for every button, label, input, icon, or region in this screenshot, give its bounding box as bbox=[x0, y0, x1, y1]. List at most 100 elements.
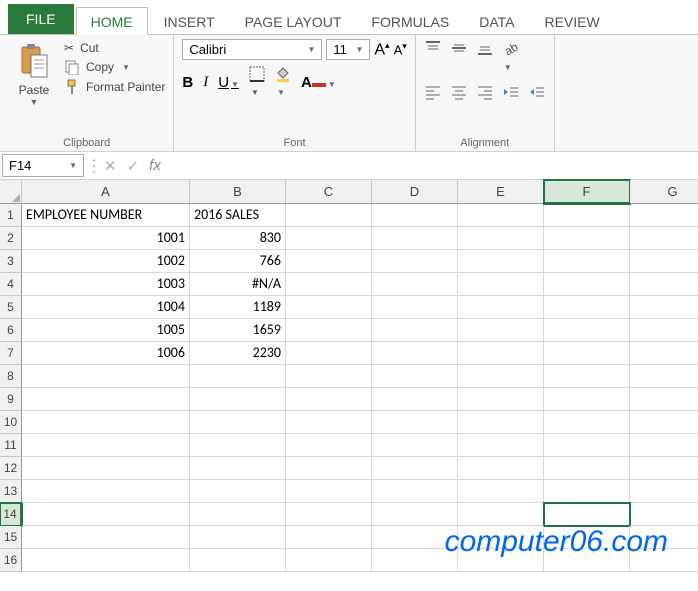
cell[interactable] bbox=[286, 411, 372, 434]
cell[interactable] bbox=[286, 227, 372, 250]
cell[interactable] bbox=[372, 273, 458, 296]
cell[interactable]: 2230 bbox=[190, 342, 286, 365]
cell[interactable] bbox=[190, 526, 286, 549]
cell[interactable] bbox=[458, 365, 544, 388]
cell[interactable] bbox=[544, 480, 630, 503]
cell[interactable] bbox=[544, 250, 630, 273]
tab-insert[interactable]: INSERT bbox=[150, 8, 229, 34]
cell[interactable] bbox=[190, 411, 286, 434]
cell[interactable] bbox=[630, 250, 698, 273]
cell[interactable] bbox=[458, 273, 544, 296]
decrease-font-button[interactable]: A▾ bbox=[394, 41, 407, 57]
cell[interactable] bbox=[630, 457, 698, 480]
cell[interactable] bbox=[630, 480, 698, 503]
align-middle-button[interactable] bbox=[450, 39, 468, 75]
cell[interactable] bbox=[458, 296, 544, 319]
align-bottom-button[interactable] bbox=[476, 39, 494, 75]
row-header[interactable]: 3 bbox=[0, 250, 22, 273]
row-header[interactable]: 2 bbox=[0, 227, 22, 250]
enter-icon[interactable]: ✓ bbox=[127, 157, 140, 175]
col-header-F[interactable]: F bbox=[544, 180, 630, 204]
cell[interactable] bbox=[22, 549, 190, 572]
cell[interactable] bbox=[372, 227, 458, 250]
col-header-G[interactable]: G bbox=[630, 180, 698, 204]
cell[interactable] bbox=[286, 273, 372, 296]
cell[interactable] bbox=[458, 319, 544, 342]
cell[interactable]: 1002 bbox=[22, 250, 190, 273]
orientation-button[interactable]: ab▼ bbox=[502, 39, 520, 75]
cell[interactable] bbox=[372, 457, 458, 480]
row-header[interactable]: 1 bbox=[0, 204, 22, 227]
cell[interactable] bbox=[22, 503, 190, 526]
row-header[interactable]: 8 bbox=[0, 365, 22, 388]
active-cell[interactable] bbox=[544, 503, 630, 526]
cell[interactable] bbox=[544, 411, 630, 434]
cell[interactable]: 1189 bbox=[190, 296, 286, 319]
cell[interactable]: 1005 bbox=[22, 319, 190, 342]
cell[interactable] bbox=[190, 503, 286, 526]
row-header[interactable]: 6 bbox=[0, 319, 22, 342]
increase-font-button[interactable]: A▴ bbox=[374, 40, 389, 59]
cell[interactable] bbox=[286, 549, 372, 572]
cell[interactable] bbox=[544, 319, 630, 342]
cell[interactable] bbox=[22, 526, 190, 549]
cell[interactable] bbox=[372, 342, 458, 365]
cell[interactable] bbox=[22, 365, 190, 388]
tab-formulas[interactable]: FORMULAS bbox=[357, 8, 463, 34]
cell[interactable] bbox=[372, 434, 458, 457]
cell[interactable] bbox=[544, 204, 630, 227]
cell[interactable] bbox=[544, 434, 630, 457]
row-header[interactable]: 7 bbox=[0, 342, 22, 365]
tab-home[interactable]: HOME bbox=[76, 7, 148, 35]
fill-color-button[interactable]: ▼ bbox=[275, 66, 291, 99]
cell[interactable] bbox=[286, 365, 372, 388]
cell[interactable] bbox=[544, 388, 630, 411]
cell[interactable] bbox=[630, 319, 698, 342]
font-name-combo[interactable]: Calibri▼ bbox=[182, 39, 322, 60]
cell[interactable] bbox=[630, 204, 698, 227]
cell[interactable] bbox=[286, 457, 372, 480]
cell[interactable] bbox=[458, 434, 544, 457]
row-header[interactable]: 10 bbox=[0, 411, 22, 434]
worksheet-grid[interactable]: 1 2 3 4 5 6 7 8 9 10 11 12 13 14 15 16 E… bbox=[0, 204, 698, 572]
cell[interactable] bbox=[544, 365, 630, 388]
cell[interactable] bbox=[458, 250, 544, 273]
cell[interactable] bbox=[372, 503, 458, 526]
cell[interactable] bbox=[286, 503, 372, 526]
row-header[interactable]: 15 bbox=[0, 526, 22, 549]
cell[interactable] bbox=[372, 480, 458, 503]
row-header[interactable]: 4 bbox=[0, 273, 22, 296]
cell[interactable] bbox=[544, 273, 630, 296]
cell[interactable] bbox=[630, 411, 698, 434]
align-left-button[interactable] bbox=[424, 83, 442, 101]
cell[interactable] bbox=[22, 388, 190, 411]
row-header[interactable]: 9 bbox=[0, 388, 22, 411]
tab-data[interactable]: DATA bbox=[465, 8, 528, 34]
cell[interactable] bbox=[544, 457, 630, 480]
decrease-indent-button[interactable] bbox=[502, 83, 520, 101]
name-box[interactable]: F14▼ bbox=[2, 154, 84, 177]
cell[interactable] bbox=[544, 342, 630, 365]
tab-file[interactable]: FILE bbox=[8, 4, 74, 34]
col-header-A[interactable]: A bbox=[22, 180, 190, 204]
cell[interactable] bbox=[630, 388, 698, 411]
cell[interactable] bbox=[372, 250, 458, 273]
font-color-button[interactable]: A▼ bbox=[301, 74, 336, 91]
paste-button[interactable]: Paste ▼ bbox=[8, 39, 60, 107]
cell[interactable] bbox=[544, 296, 630, 319]
cell[interactable] bbox=[458, 227, 544, 250]
tab-page-layout[interactable]: PAGE LAYOUT bbox=[231, 8, 356, 34]
cell[interactable] bbox=[190, 365, 286, 388]
cell[interactable] bbox=[630, 365, 698, 388]
row-header[interactable]: 14 bbox=[0, 503, 22, 526]
align-center-button[interactable] bbox=[450, 83, 468, 101]
cell[interactable] bbox=[190, 480, 286, 503]
copy-dropdown[interactable]: ▼ bbox=[122, 63, 130, 72]
cell[interactable] bbox=[372, 388, 458, 411]
cell[interactable] bbox=[286, 296, 372, 319]
cell[interactable] bbox=[458, 480, 544, 503]
formula-input[interactable] bbox=[169, 155, 698, 177]
cell[interactable] bbox=[286, 526, 372, 549]
row-header[interactable]: 16 bbox=[0, 549, 22, 572]
borders-button[interactable]: ▼ bbox=[249, 66, 265, 99]
